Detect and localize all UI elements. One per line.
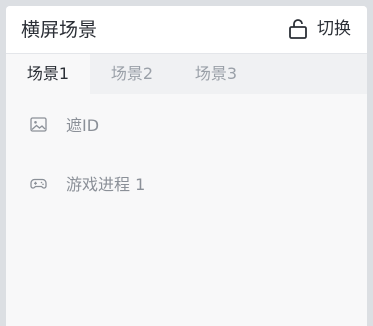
scene-tabs: 场景1 场景2 场景3 xyxy=(6,54,367,94)
tab-scene-1[interactable]: 场景1 xyxy=(6,54,90,94)
list-item-game-process[interactable]: 游戏进程 1 xyxy=(6,163,367,203)
switch-label: 切换 xyxy=(317,19,351,39)
panel-header: 横屏场景 切换 xyxy=(6,6,367,54)
switch-button[interactable]: 切换 xyxy=(288,18,351,40)
scene-panel: 横屏场景 切换 场景1 场景2 场景3 遮ID 游戏进程 1 xyxy=(6,6,367,326)
unlock-icon xyxy=(289,19,307,39)
list-item-label: 遮ID xyxy=(66,116,100,135)
image-icon xyxy=(30,116,47,132)
tab-scene-3[interactable]: 场景3 xyxy=(174,54,258,94)
list-item-label: 游戏进程 1 xyxy=(66,175,146,194)
tab-scene-2[interactable]: 场景2 xyxy=(90,54,174,94)
source-list: 遮ID 游戏进程 1 xyxy=(6,94,367,203)
panel-title: 横屏场景 xyxy=(21,19,98,41)
gamepad-icon xyxy=(30,178,47,189)
list-item-mask-id[interactable]: 遮ID xyxy=(6,104,367,144)
